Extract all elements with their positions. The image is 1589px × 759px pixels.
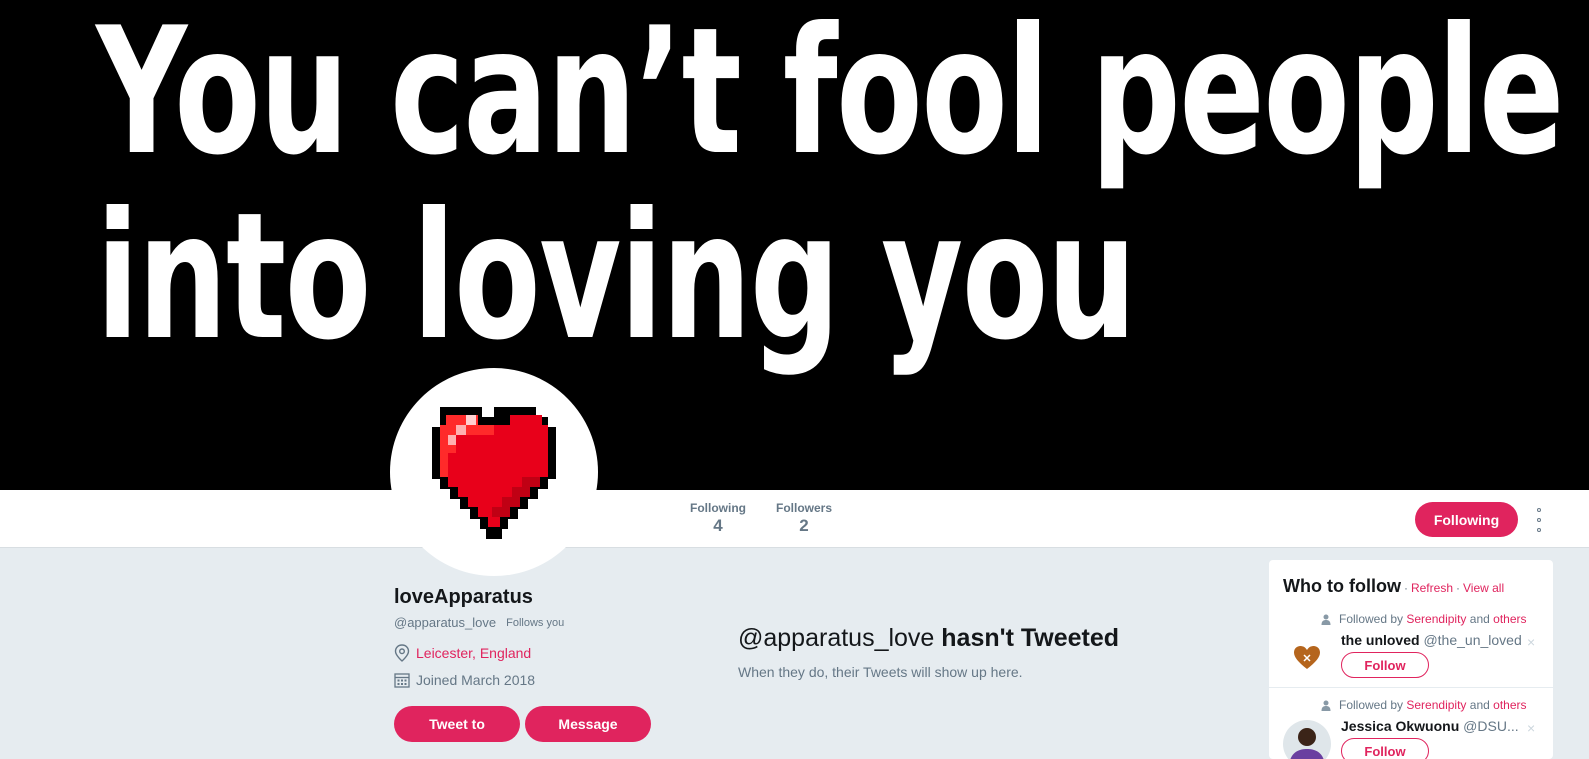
banner-text-line-1: You can’t fool people — [96, 0, 1564, 194]
follows-you-badge: Follows you — [506, 615, 565, 630]
follow-button[interactable]: Follow — [1341, 652, 1429, 678]
suggestion-user[interactable]: Jessica Okwuonu @DSU... — [1341, 718, 1519, 734]
profile-name[interactable]: loveApparatus — [394, 586, 684, 609]
others-link[interactable]: others — [1493, 612, 1526, 626]
user-photo-icon — [1290, 728, 1324, 759]
suggestion-handle: @the_un_loved — [1423, 632, 1522, 648]
followers-count: 2 — [799, 516, 809, 535]
who-to-follow-title: Who to follow — [1283, 576, 1401, 596]
suggestion-item: Followed by Serendipity and others the u… — [1269, 604, 1553, 688]
following-count: 4 — [713, 516, 723, 535]
followed-by-label: Followed by — [1339, 698, 1404, 712]
message-button[interactable]: Message — [525, 706, 651, 742]
suggestion-item: Followed by Serendipity and others Jessi… — [1269, 690, 1553, 759]
empty-timeline-subtitle: When they do, their Tweets will show up … — [738, 664, 1023, 680]
following-stat[interactable]: Following 4 — [690, 501, 746, 536]
suggestion-name: the unloved — [1341, 632, 1420, 648]
person-icon — [1321, 700, 1331, 711]
and-label: and — [1469, 698, 1490, 712]
and-label: and — [1469, 612, 1490, 626]
avatar[interactable] — [390, 368, 598, 576]
profile-joined: Joined March 2018 — [394, 672, 684, 688]
suggestion-name: Jessica Okwuonu — [1341, 718, 1460, 734]
friend-link[interactable]: Serendipity — [1406, 612, 1466, 626]
empty-timeline-handle: @apparatus_love — [738, 624, 935, 652]
location-link[interactable]: Leicester, England — [416, 645, 531, 661]
dismiss-icon[interactable]: × — [1527, 720, 1535, 736]
profile-card: loveApparatus @apparatus_love Follows yo… — [394, 586, 684, 688]
dismiss-icon[interactable]: × — [1527, 634, 1535, 650]
empty-timeline-title-rest: hasn't Tweeted — [934, 624, 1120, 652]
profile-banner: You can’t fool people into loving you — [0, 0, 1589, 490]
profile-actions: Tweet to Message — [394, 706, 651, 742]
others-link[interactable]: others — [1493, 698, 1526, 712]
person-icon — [1321, 614, 1331, 625]
followers-stat[interactable]: Followers 2 — [776, 501, 832, 536]
follow-button[interactable]: Follow — [1341, 738, 1429, 759]
following-label: Following — [690, 501, 746, 515]
social-proof: Followed by Serendipity and others — [1321, 698, 1527, 712]
view-all-link[interactable]: View all — [1463, 581, 1504, 595]
friend-link[interactable]: Serendipity — [1406, 698, 1466, 712]
broken-heart-icon — [1294, 646, 1320, 669]
followed-by-label: Followed by — [1339, 612, 1404, 626]
empty-timeline-title: @apparatus_love hasn't Tweeted — [738, 624, 1119, 653]
refresh-link[interactable]: Refresh — [1411, 581, 1453, 595]
following-button[interactable]: Following — [1415, 502, 1518, 537]
profile-handle[interactable]: @apparatus_love — [394, 615, 496, 630]
tweet-to-button[interactable]: Tweet to — [394, 706, 520, 742]
suggestion-avatar[interactable] — [1283, 634, 1331, 682]
joined-date: Joined March 2018 — [416, 672, 536, 688]
calendar-icon — [394, 673, 410, 688]
who-to-follow-header: Who to follow · Refresh · View all — [1283, 576, 1504, 597]
location-pin-icon — [394, 644, 410, 662]
profile-nav-bar: Following 4 Followers 2 Following — [0, 490, 1589, 548]
profile-location: Leicester, England — [394, 644, 684, 662]
more-vertical-icon[interactable] — [1532, 508, 1546, 532]
suggestion-avatar[interactable] — [1283, 720, 1331, 759]
separator: · — [1456, 581, 1460, 595]
banner-text-line-2: into loving you — [96, 176, 1137, 379]
separator: · — [1403, 581, 1408, 595]
who-to-follow-module: Who to follow · Refresh · View all Follo… — [1269, 560, 1553, 759]
social-proof: Followed by Serendipity and others — [1321, 612, 1527, 626]
pixel-heart-icon — [432, 407, 556, 539]
followers-label: Followers — [776, 501, 833, 515]
suggestion-user[interactable]: the unloved @the_un_loved — [1341, 632, 1522, 648]
suggestion-handle: @DSU... — [1463, 718, 1519, 734]
